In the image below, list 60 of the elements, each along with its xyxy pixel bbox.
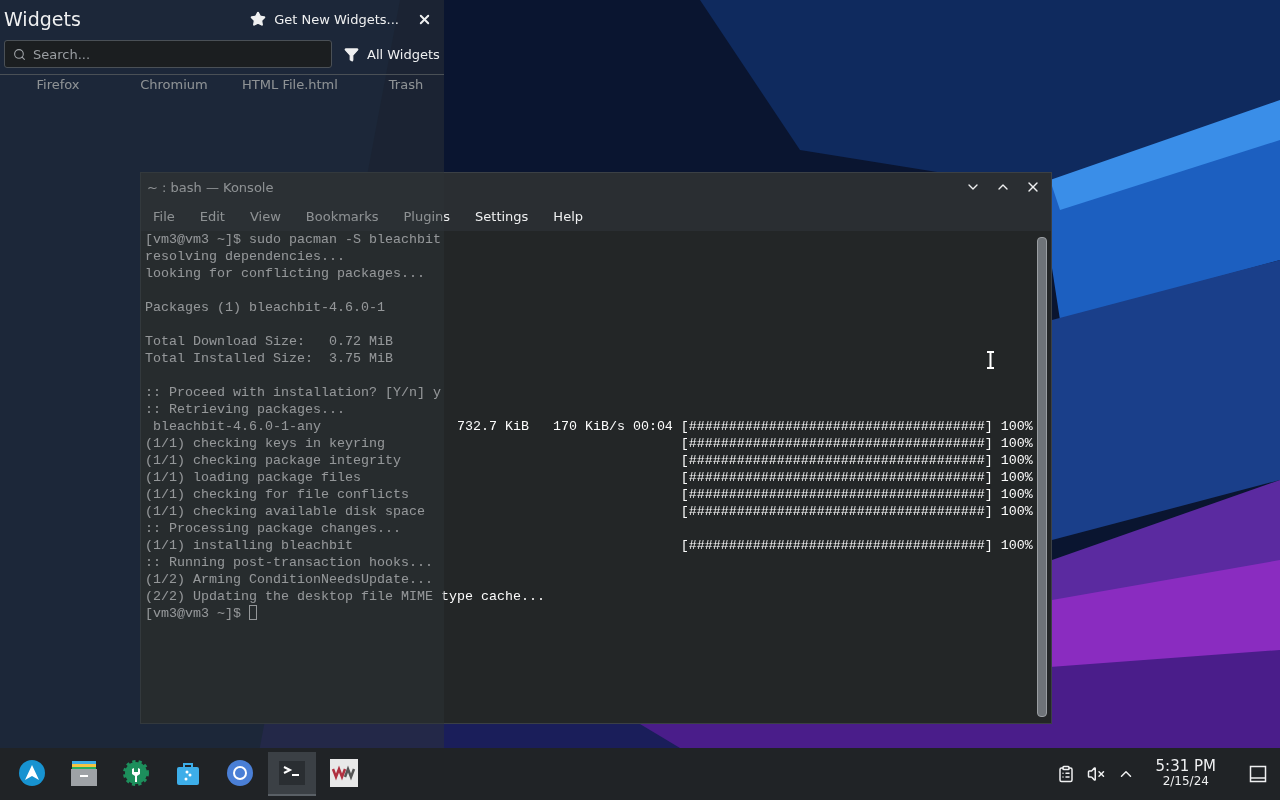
get-new-widgets-button[interactable]: Get New Widgets... bbox=[246, 7, 403, 31]
clock-time: 5:31 PM bbox=[1155, 759, 1216, 774]
file-cabinet-icon bbox=[69, 759, 99, 787]
terminal-line: :: Proceed with installation? [Y/n] y bbox=[145, 385, 441, 400]
terminal-line: :: Retrieving packages... bbox=[145, 402, 345, 417]
progress-bar-text: [#####################################] 100% bbox=[680, 418, 1033, 435]
terminal-line: (1/1) installing bleachbit bbox=[145, 537, 354, 554]
browser-icon bbox=[226, 759, 254, 787]
terminal-icon bbox=[278, 759, 306, 787]
progress-bar-text: [#####################################] 100% bbox=[680, 537, 1033, 554]
progress-bar-text: [#####################################] 100% bbox=[680, 486, 1033, 503]
clipboard-icon bbox=[1056, 765, 1075, 783]
terminal-line: :: Running post-transaction hooks... bbox=[145, 555, 433, 570]
terminal-line: resolving dependencies... bbox=[145, 249, 345, 264]
menu-item[interactable]: Settings bbox=[467, 204, 537, 228]
menu-item[interactable]: Bookmarks bbox=[297, 204, 387, 228]
search-icon bbox=[13, 48, 26, 61]
gear-wrench-icon bbox=[122, 759, 150, 787]
menu-item[interactable]: File bbox=[145, 204, 183, 228]
terminal-line: (1/1) checking keys in keyring bbox=[145, 435, 386, 452]
desktop-icon-label[interactable]: Trash bbox=[348, 76, 464, 94]
terminal-line: Packages (1) bleachbit-4.6.0-1 bbox=[145, 300, 385, 315]
progress-bar-text: [#####################################] 100% bbox=[680, 469, 1033, 486]
window-title: ~ : bash — Konsole bbox=[147, 179, 275, 195]
search-field[interactable]: Search... bbox=[4, 40, 332, 68]
launcher-icon bbox=[18, 759, 46, 787]
terminal-line: [vm3@vm3 ~]$ bbox=[145, 606, 242, 621]
progress-bar-text: [#####################################] 100% bbox=[680, 452, 1033, 469]
vm-manager-icon bbox=[330, 759, 358, 787]
scrollbar-thumb[interactable] bbox=[1036, 237, 1047, 717]
desktop-icon-label[interactable]: HTML File.html bbox=[232, 76, 348, 94]
terminal-line: (1/2) Arming ConditionNeedsUpdate... bbox=[145, 572, 433, 587]
clock[interactable]: 5:31 PM 2/15/24 bbox=[1155, 759, 1216, 789]
terminal-line: looking for conflicting packages... bbox=[145, 266, 425, 281]
show-desktop-icon bbox=[1249, 765, 1267, 783]
progress-bar-text: [#####################################] 100% bbox=[680, 435, 1033, 452]
menu-item[interactable]: View bbox=[241, 204, 289, 228]
menu-item[interactable]: Edit bbox=[191, 204, 233, 228]
terminal-line: (1/1) loading package files bbox=[145, 469, 362, 486]
menu-item[interactable]: Plugins bbox=[395, 204, 459, 228]
terminal-line: [vm3@vm3 ~]$ sudo pacman -S bleachbit bbox=[145, 232, 441, 247]
all-widgets-filter-button[interactable]: All Widgets bbox=[340, 42, 444, 66]
terminal-line: (1/1) checking package integrity bbox=[145, 452, 402, 469]
terminal-line: Total Download Size: 0.72 MiB bbox=[145, 334, 393, 349]
desktop-icon-label[interactable]: Chromium bbox=[116, 76, 232, 94]
star-icon bbox=[250, 11, 267, 27]
panel-title: Widgets bbox=[4, 8, 82, 30]
terminal-line: bleachbit-4.6.0-1-any bbox=[152, 418, 322, 435]
filter-icon bbox=[344, 46, 359, 62]
transfer-stats: 732.7 KiB 170 KiB/s 00:04 bbox=[456, 418, 674, 435]
terminal-line: (1/1) checking available disk space bbox=[145, 503, 426, 520]
clock-date: 2/15/24 bbox=[1162, 774, 1209, 789]
progress-bar-text: [#####################################] 100% bbox=[680, 503, 1033, 520]
terminal-line: (2/2) Updating the desktop file MIME type cache... bbox=[145, 589, 545, 604]
menu-item[interactable]: Help bbox=[545, 204, 591, 228]
text-cursor-icon bbox=[986, 351, 995, 369]
terminal-line: :: Processing package changes... bbox=[145, 521, 401, 536]
muted-speaker-icon bbox=[1086, 765, 1105, 783]
terminal-line: Total Installed Size: 3.75 MiB bbox=[145, 351, 393, 366]
terminal-line: (1/1) checking for file conflicts bbox=[145, 486, 410, 503]
